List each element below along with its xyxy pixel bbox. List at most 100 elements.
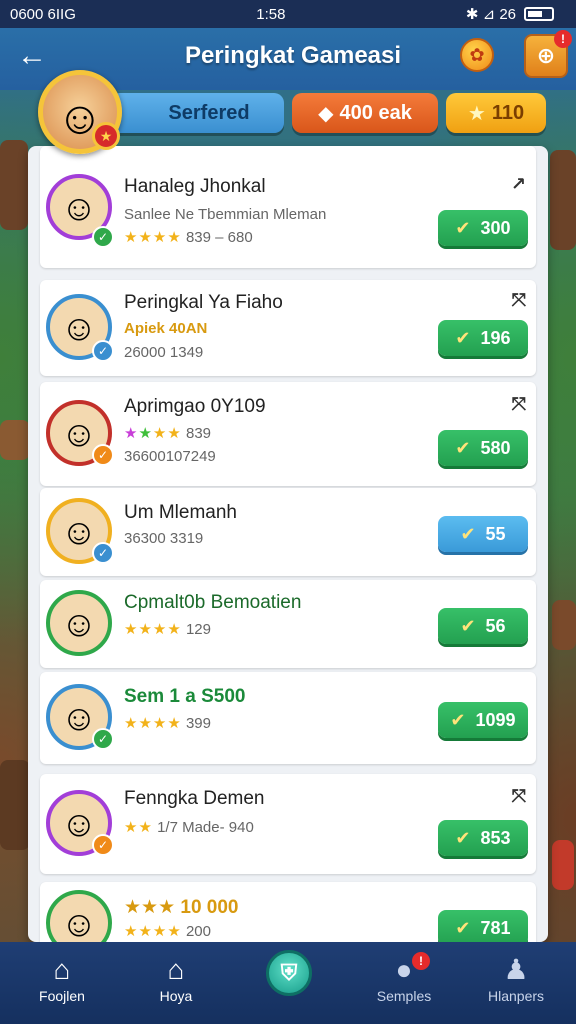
avatar-face-icon: ☺ — [60, 697, 98, 739]
list-item[interactable]: ☺ ✓ Peringkal Ya Fiaho Apiek 40AN 26000 … — [40, 280, 536, 376]
crate — [552, 600, 576, 650]
coins-chip[interactable]: ◆ 400 eak — [292, 93, 438, 133]
status-right: ✱ ⊿ 26 — [466, 5, 554, 23]
score-button[interactable]: ✔ 196 — [438, 320, 528, 356]
list-item[interactable]: ☺ ★★★ 10 000 ★★★★ 200 ✔ 781 — [40, 882, 536, 942]
star-rating: ★★★★ — [124, 229, 182, 246]
score-value: 580 — [480, 437, 511, 458]
item-title: Sem 1 a S500 — [124, 686, 246, 707]
user-icon: ♟ — [503, 954, 529, 985]
score-value: 300 — [480, 217, 511, 238]
stars-chip[interactable]: ★ 110 — [446, 93, 546, 133]
carrier-text: 0600 6IIG — [10, 5, 76, 23]
status-bar: 0600 6IIG 1:58 ✱ ⊿ 26 — [0, 0, 576, 28]
score-value: 55 — [485, 523, 506, 544]
score-button[interactable]: ✔ 1099 — [438, 702, 528, 738]
shield-icon: ⛨ — [280, 960, 298, 985]
list-item[interactable]: ☺ ✓ Fenngka Demen ★★ 1/7 Made- 940 ⤧ ✔ 85… — [40, 774, 536, 874]
avatar: ☺ — [46, 590, 112, 656]
star-rating: ★★ — [124, 819, 153, 836]
status-left: 0600 6IIG — [10, 6, 76, 23]
clock: 1:58 — [256, 5, 286, 23]
home-icon: ⌂ — [53, 954, 71, 985]
check-badge-icon: ✓ — [92, 444, 114, 466]
check-badge-icon: ✓ — [92, 834, 114, 856]
wood-post — [550, 150, 576, 250]
trophy-icon: ✿ — [469, 45, 485, 65]
bottom-nav: ⌂ Foojlen ⌂ Hoya ⛨ ● ! Semples ♟ Hlanper… — [0, 942, 576, 1024]
item-meta: 839 — [185, 425, 212, 442]
wood-post — [0, 760, 30, 850]
item-title: Um Mlemanh — [124, 502, 237, 523]
score-button[interactable]: ✔ 300 — [438, 210, 528, 246]
leaderboard-list[interactable]: ☺ ✓ Hanaleg Jhonkal Sanlee Ne Tbemmian M… — [28, 146, 548, 942]
item-title: Fenngka Demen — [124, 788, 265, 809]
score-button[interactable]: ✔ 781 — [438, 910, 528, 942]
gift-button[interactable]: ⊕ ! — [524, 30, 572, 78]
item-title: Hanaleg Jhonkal — [124, 176, 266, 197]
nav-label: Hlanpers — [487, 988, 545, 1004]
check-icon: ✔ — [455, 917, 471, 938]
nav-center-button[interactable]: ⛨ — [266, 950, 312, 996]
star-icon: ★ — [92, 122, 120, 150]
item-meta: 26000 1349 — [124, 344, 204, 361]
star-rating: ★★★★ — [124, 715, 182, 732]
score-value: 1099 — [475, 709, 516, 730]
nav-label: Semples — [376, 988, 432, 1004]
player-name: Serfered — [168, 101, 250, 124]
item-title: Aprimgao 0Y109 — [124, 396, 266, 417]
nav-item-semples[interactable]: ● ! Semples — [354, 952, 454, 1004]
trophy-button[interactable]: ✿ — [460, 38, 494, 72]
item-title: Cpmalt0b Bemoatien — [124, 592, 302, 613]
shuffle-icon[interactable]: ⤧ — [512, 786, 526, 807]
coins-value: 400 eak — [339, 101, 412, 124]
avatar-face-icon: ☺ — [60, 803, 98, 845]
stars-value: 110 — [491, 101, 525, 124]
star-rating: ★★★★ — [124, 425, 182, 442]
nav-item-hoya[interactable]: ⌂ Hoya — [126, 952, 226, 1004]
check-icon: ✔ — [460, 523, 476, 544]
star-rating: ★★★★ — [124, 923, 182, 940]
list-item[interactable]: ☺ ✓ Um Mlemanh 36300 3319 ✔ 55 — [40, 488, 536, 576]
check-icon: ✔ — [455, 827, 471, 848]
wood-post — [0, 140, 28, 230]
shuffle-icon[interactable]: ⤧ — [512, 290, 526, 311]
notification-badge: ! — [412, 952, 430, 970]
score-button[interactable]: ✔ 853 — [438, 820, 528, 856]
item-meta: 129 — [185, 621, 211, 638]
player-name-chip[interactable]: Serfered — [110, 93, 284, 133]
score-button[interactable]: ✔ 580 — [438, 430, 528, 466]
check-icon: ✔ — [455, 327, 471, 348]
score-button[interactable]: ✔ 55 — [438, 516, 528, 552]
list-item[interactable]: ☺ ✓ Sem 1 a S500 ★★★★ 399 ✔ 1099 — [40, 672, 536, 764]
score-value: 853 — [480, 827, 511, 848]
item-title: Peringkal Ya Fiaho — [124, 292, 283, 313]
gift-icon: ⊕ — [536, 43, 556, 68]
item-meta: 36300 3319 — [124, 530, 204, 547]
star-rating: ★★★★ — [124, 621, 182, 638]
share-icon[interactable]: ↗ — [511, 174, 526, 195]
item-meta: 1/7 Made- 940 — [157, 819, 254, 836]
home-icon: ⌂ — [167, 954, 185, 985]
item-title: ★★★ 10 000 — [124, 897, 239, 918]
item-meta: 839 – 680 — [185, 229, 253, 246]
item-subtitle: Sanlee Ne Tbemmian Mleman — [124, 206, 327, 223]
shuffle-icon[interactable]: ⤧ — [512, 394, 526, 415]
item-meta: 36600107249 — [124, 448, 216, 465]
score-value: 781 — [480, 917, 511, 938]
avatar-face-icon: ☺ — [60, 307, 98, 349]
score-button[interactable]: ✔ 56 — [438, 608, 528, 644]
check-badge-icon: ✓ — [92, 728, 114, 750]
nav-item-hlanpers[interactable]: ♟ Hlanpers — [466, 952, 566, 1004]
nav-item-home[interactable]: ⌂ Foojlen — [12, 952, 112, 1004]
star-icon: ★ — [467, 102, 486, 125]
list-item[interactable]: ☺ ✓ Aprimgao 0Y109 ★★★★ 839 36600107249 … — [40, 382, 536, 486]
check-icon: ✔ — [455, 437, 471, 458]
status-icons: ✱ ⊿ 26 — [465, 6, 516, 23]
battery-icon — [524, 7, 554, 21]
crate — [0, 420, 30, 460]
notification-badge: ! — [554, 30, 572, 48]
avatar-face-icon: ☺ — [60, 511, 98, 553]
list-item[interactable]: ☺ Cpmalt0b Bemoatien ★★★★ 129 ✔ 56 — [40, 580, 536, 668]
list-item[interactable]: ☺ ✓ Hanaleg Jhonkal Sanlee Ne Tbemmian M… — [40, 146, 536, 268]
